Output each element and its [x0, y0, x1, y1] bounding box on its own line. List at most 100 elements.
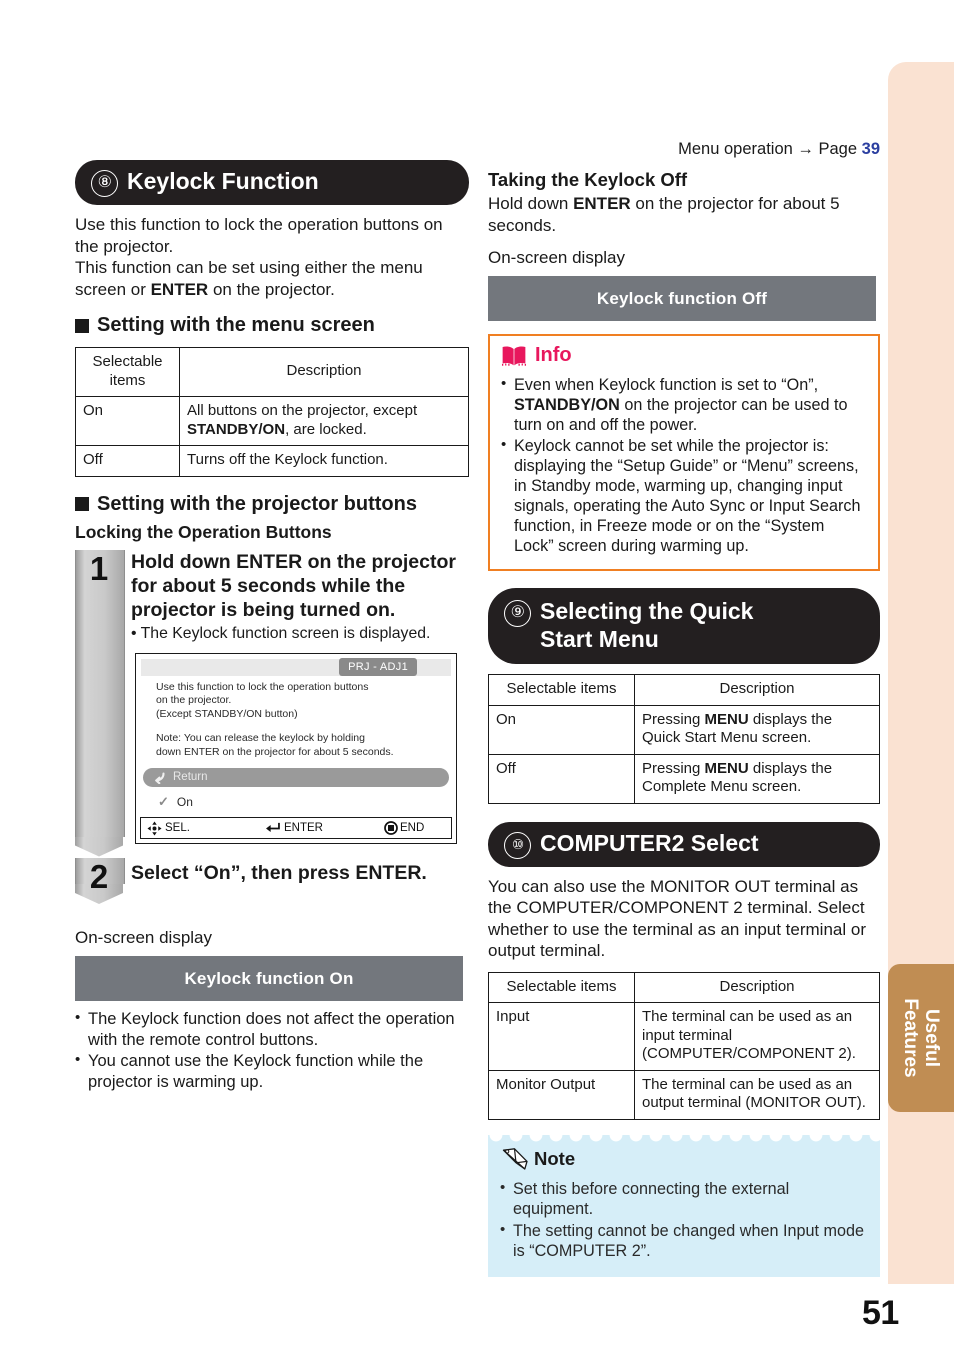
end-button-icon [384, 821, 398, 835]
table-cell-description: Turns off the Keylock function. [179, 445, 469, 477]
osd-titlebar: PRJ - ADJ1 [141, 657, 451, 676]
open-book-icon [501, 346, 527, 366]
step-2-number: 2 [89, 858, 109, 895]
black-square-bullet-icon [75, 318, 89, 333]
osd-sel-label: SEL. [165, 822, 190, 834]
section-number-badge: ⑨ [504, 600, 531, 627]
table-header-row: Selectable items Description [488, 674, 880, 706]
table-row: Input The terminal can be used as an inp… [488, 1002, 880, 1071]
table-header-row: Selectable items Description [75, 347, 469, 397]
section-header-quickstart: ⑨ Selecting the Quick Start Menu [488, 588, 880, 664]
step-1-marker [75, 549, 125, 857]
osd-option-label: On [176, 795, 193, 809]
step-1-bullet: • The Keylock function screen is display… [131, 624, 431, 642]
osd-mockup-prj-adj1: PRJ - ADJ1 Use this function to lock the… [135, 652, 457, 844]
step-1-block: 1 Hold down ENTER on the projector for a… [75, 549, 469, 857]
section-number-badge: ⑩ [504, 831, 531, 859]
table-header-items: Selectable items [488, 971, 635, 1003]
menu-ref-page-number[interactable]: 39 [862, 140, 880, 158]
step2-enter: ENTER. [355, 862, 427, 884]
desc-c: , are locked. [285, 420, 367, 438]
checkmark-icon: ✓ [158, 794, 169, 809]
four-way-arrow-icon [147, 820, 162, 836]
qs2-a: Pressing [642, 759, 705, 777]
step-2-block: 2 Select “On”, then press ENTER. [75, 858, 469, 914]
osd-body: Use this function to lock the operation … [136, 676, 456, 763]
section-header-computer2: ⑩ COMPUTER2 Select [488, 821, 880, 867]
osd-return-button[interactable]: Return [143, 768, 449, 787]
osd-return-label: Return [173, 771, 208, 783]
step1-enter: ENTER [236, 550, 303, 573]
return-arrow-icon [155, 771, 165, 784]
osd-option-on[interactable]: ✓ On [158, 794, 456, 810]
table-header-row: Selectable items Description [488, 971, 880, 1003]
subheading-menu-screen: Setting with the menu screen [75, 314, 469, 337]
osd-line-2: on the projector. [156, 694, 232, 706]
keylock-intro-2: This function can be set using either th… [75, 257, 469, 300]
section-title: Selecting the Quick Start Menu [540, 598, 754, 652]
table-cell-item: On [75, 396, 180, 446]
keylock-table: Selectable items Description On All butt… [75, 347, 469, 477]
table-row: On All buttons on the projector, except … [75, 396, 469, 446]
list-item: Even when Keylock function is set to “On… [501, 374, 867, 435]
osd-footer-end: END [384, 821, 424, 835]
section-title: COMPUTER2 Select [540, 829, 759, 856]
table-header-items: Selectable items [75, 347, 180, 397]
quickstart-table: Selectable items Description On Pressing… [488, 674, 880, 804]
table-cell-item: Input [488, 1002, 635, 1071]
osd-end-label: END [400, 822, 425, 834]
enter-key-icon [266, 822, 280, 832]
arrow-right-icon: → [797, 140, 814, 158]
list-item: You cannot use the Keylock function whil… [75, 1050, 469, 1092]
desc-b: STANDBY/ON [187, 420, 286, 438]
side-tab-useful-features: Useful Features [888, 964, 954, 1112]
osd-line-3: (Except STANDBY/ON button) [156, 707, 298, 720]
computer2-intro: You can also use the MONITOR OUT termina… [488, 876, 866, 961]
onscreen-display-label-right: On-screen display [488, 248, 626, 267]
table-header-description: Description [179, 347, 469, 397]
subheading-projector-buttons: Setting with the projector buttons [75, 493, 469, 516]
info-b0-b: STANDBY/ON [514, 396, 620, 414]
table-header-items: Selectable items [488, 674, 635, 706]
keylock-notes-list: The Keylock function does not affect the… [75, 1008, 469, 1092]
osd-line-5: down ENTER on the projector for about 5 … [156, 745, 394, 758]
section-title: Keylock Function [127, 168, 319, 194]
note-box: Note Set this before connecting the exte… [488, 1134, 880, 1277]
menu-operation-reference: Menu operation → Page 39 [488, 139, 880, 159]
list-item: Keylock cannot be set while the projecto… [501, 435, 867, 556]
manual-page: Useful Features 51 ⑧ Keylock Function Us… [0, 0, 954, 1354]
table-cell-description: Pressing MENU displays the Complete Menu… [634, 753, 880, 804]
table-cell-description: Pressing MENU displays the Quick Start M… [634, 704, 880, 755]
table-cell-description: The terminal can be used as an input ter… [634, 1002, 880, 1071]
koff-a: Hold down [488, 194, 574, 213]
onscreen-display-label-left: On-screen display [75, 928, 213, 947]
info-box-title: Info [535, 344, 572, 366]
list-item: The setting cannot be changed when Input… [500, 1220, 868, 1262]
list-item: The Keylock function does not affect the… [75, 1008, 469, 1050]
qs-a: Pressing [642, 710, 705, 728]
left-column: ⑧ Keylock Function Use this function to … [75, 160, 469, 1093]
osd-line-1: Use this function to lock the operation … [156, 680, 369, 693]
qs-b: MENU [704, 710, 749, 728]
osd-footer-bar: SEL. ENTER END [140, 817, 452, 839]
step2-a: Select “On”, then press [131, 862, 356, 884]
note-box-list: Set this before connecting the external … [500, 1178, 868, 1262]
desc-a: All buttons on the projector, except [187, 402, 418, 419]
info-b0-a: Even when Keylock function is set to “On… [514, 376, 819, 394]
osd-footer-enter: ENTER [265, 822, 323, 834]
info-box-list: Even when Keylock function is set to “On… [501, 374, 867, 556]
qs2-b: MENU [704, 759, 749, 777]
section-header-keylock: ⑧ Keylock Function [75, 160, 469, 205]
table-cell-item: Off [488, 753, 635, 804]
table-row: Monitor Output The terminal can be used … [488, 1069, 880, 1120]
koff-enter: ENTER [573, 194, 631, 213]
table-cell-item: Off [75, 445, 180, 477]
subheading-menu-screen-label: Setting with the menu screen [97, 314, 375, 336]
right-column: Menu operation → Page 39 Taking the Keyl… [488, 139, 880, 1277]
computer2-table: Selectable items Description Input The t… [488, 971, 880, 1120]
list-item: Set this before connecting the external … [500, 1178, 868, 1220]
osd-enter-label: ENTER [284, 822, 323, 834]
table-row: On Pressing MENU displays the Quick Star… [488, 704, 880, 755]
heading-taking-keylock-off: Taking the Keylock Off [488, 169, 688, 190]
pencil-icon [502, 1147, 528, 1170]
